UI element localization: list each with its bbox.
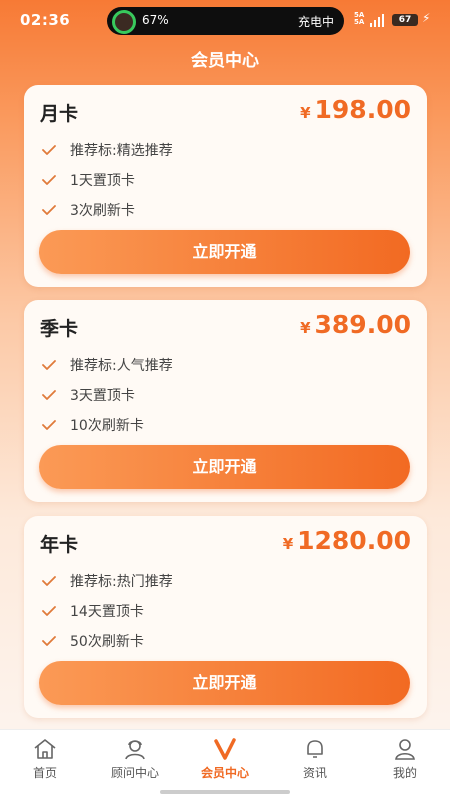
nav-item-news[interactable]: 资讯 [280,738,350,781]
dynamic-island: 67% 充电中 [107,7,344,35]
feature-text: 1天置顶卡 [70,173,135,189]
feature-item: 3次刷新卡 [42,195,173,225]
feature-text: 50次刷新卡 [70,634,144,650]
feature-item: 10次刷新卡 [42,410,173,440]
card-price: ¥198.00 [300,95,411,124]
activate-button[interactable]: 立即开通 [39,445,410,489]
feature-item: 推荐标:人气推荐 [42,350,173,380]
nav-label: 首页 [32,766,57,780]
feature-item: 推荐标:精选推荐 [42,135,173,165]
nav-item-home[interactable]: 首页 [10,738,80,781]
check-icon [42,145,56,155]
nav-label: 我的 [392,766,417,780]
charging-label: 充电中 [297,15,334,29]
feature-list: 推荐标:人气推荐 3天置顶卡 10次刷新卡 [42,350,173,440]
page-title: 会员中心 [191,51,259,71]
price-value: 1280.00 [297,526,411,555]
feature-text: 推荐标:精选推荐 [70,143,173,159]
feature-text: 3次刷新卡 [70,203,135,219]
currency-symbol: ¥ [282,535,294,553]
membership-card-monthly: 月卡 ¥198.00 推荐标:精选推荐 1天置顶卡 3次刷新卡 立即开通 [24,85,427,287]
check-icon [42,606,56,616]
user-icon [395,739,415,760]
v-icon [214,738,236,760]
activate-button[interactable]: 立即开通 [39,661,410,705]
signal-bars-icon [370,13,386,27]
currency-symbol: ¥ [300,104,311,122]
feature-list: 推荐标:精选推荐 1天置顶卡 3次刷新卡 [42,135,173,225]
card-name: 季卡 [40,318,79,340]
feature-text: 3天置顶卡 [70,388,135,404]
nav-item-mine[interactable]: 我的 [370,738,440,781]
status-bar: 02:36 67% 充电中 5A 5A 67 ⚡ [0,0,450,40]
signal-label: 5A 5A [354,12,364,26]
activate-button[interactable]: 立即开通 [39,230,410,274]
battery-icon: 67 [392,14,418,26]
check-icon [42,636,56,646]
signal-label-2: 5A [354,18,365,26]
check-icon [42,360,56,370]
status-time: 02:36 [20,11,71,29]
currency-symbol: ¥ [300,319,311,337]
check-icon [42,205,56,215]
card-price: ¥1280.00 [283,526,411,555]
check-icon [42,175,56,185]
nav-label: 顾问中心 [110,766,159,780]
feature-item: 3天置顶卡 [42,380,173,410]
card-price: ¥389.00 [300,310,411,339]
nav-item-consultant[interactable]: 顾问中心 [100,738,170,781]
check-icon [42,420,56,430]
feature-item: 1天置顶卡 [42,165,173,195]
consultant-icon [125,740,145,760]
home-indicator[interactable] [160,790,290,794]
feature-text: 推荐标:热门推荐 [70,574,173,590]
price-value: 198.00 [314,95,411,124]
card-name: 月卡 [40,103,79,125]
bell-icon [307,740,323,758]
card-name: 年卡 [40,534,79,556]
feature-text: 14天置顶卡 [70,604,144,620]
check-icon [42,576,56,586]
home-icon [34,739,56,759]
feature-text: 推荐标:人气推荐 [70,358,173,374]
feature-item: 14天置顶卡 [42,596,173,626]
nav-label: 会员中心 [200,766,249,780]
membership-card-yearly: 年卡 ¥1280.00 推荐标:热门推荐 14天置顶卡 50次刷新卡 立即开通 [24,516,427,718]
nav-item-membership[interactable]: 会员中心 [190,738,260,781]
check-icon [42,390,56,400]
feature-item: 推荐标:热门推荐 [42,566,173,596]
charging-bolt-icon: ⚡ [422,11,431,25]
feature-text: 10次刷新卡 [70,418,144,434]
feature-list: 推荐标:热门推荐 14天置顶卡 50次刷新卡 [42,566,173,656]
battery-level: 67 [398,15,412,25]
battery-percent: 67% [142,13,169,27]
membership-card-quarterly: 季卡 ¥389.00 推荐标:人气推荐 3天置顶卡 10次刷新卡 立即开通 [24,300,427,502]
nav-label: 资讯 [302,766,327,780]
price-value: 389.00 [314,310,411,339]
battery-ring-icon [112,10,136,34]
feature-item: 50次刷新卡 [42,626,173,656]
